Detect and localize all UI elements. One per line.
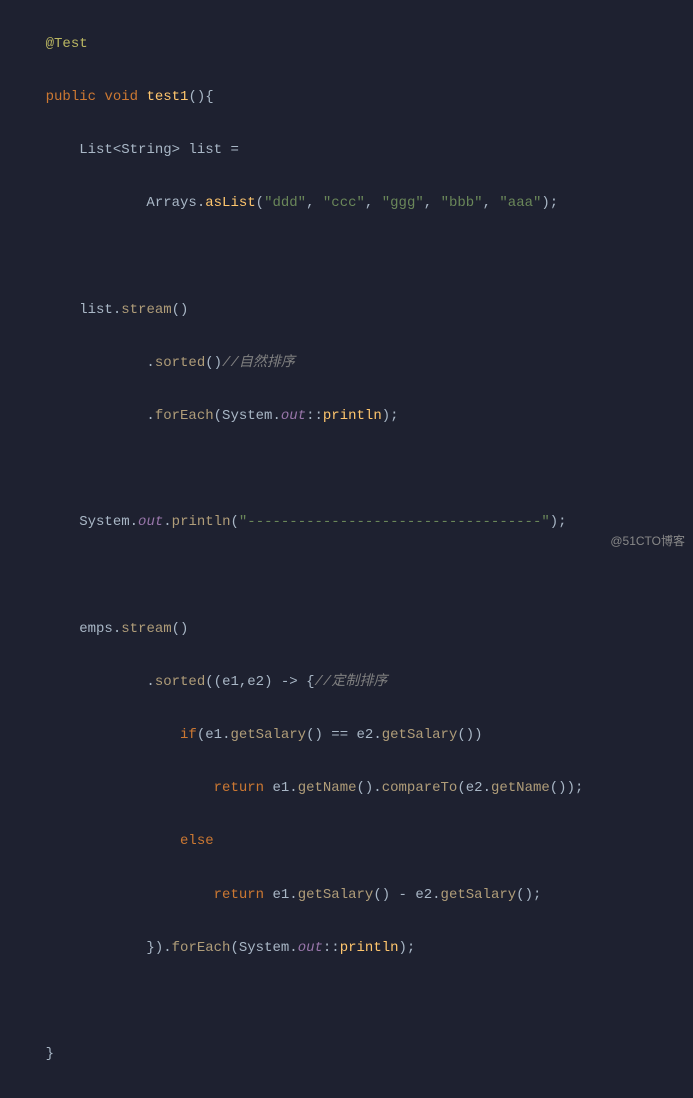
code-line bbox=[12, 456, 681, 483]
field-out: out bbox=[281, 408, 306, 424]
method-stream: stream bbox=[121, 302, 171, 318]
field-out: out bbox=[138, 514, 163, 530]
annotation: @Test bbox=[46, 36, 88, 52]
code-line: emps.stream() bbox=[12, 616, 681, 643]
string-literal: "bbb" bbox=[441, 195, 483, 211]
keyword-return: return bbox=[214, 887, 264, 903]
method-println: println bbox=[340, 940, 399, 956]
code-line: .sorted()//自然排序 bbox=[12, 350, 681, 377]
code-line bbox=[12, 988, 681, 1015]
code-line: System.out.println("--------------------… bbox=[12, 509, 681, 536]
param-e1: e1 bbox=[222, 674, 239, 690]
code-line: @Test bbox=[12, 31, 681, 58]
var-list: list bbox=[188, 142, 222, 158]
code-line: return e1.getName().compareTo(e2.getName… bbox=[12, 775, 681, 802]
code-line: if(e1.getSalary() == e2.getSalary()) bbox=[12, 722, 681, 749]
code-line: } bbox=[12, 1041, 681, 1068]
param-e1: e1 bbox=[205, 727, 222, 743]
string-literal: "ddd" bbox=[264, 195, 306, 211]
keyword-else: else bbox=[180, 833, 214, 849]
string-literal: "-----------------------------------" bbox=[239, 514, 550, 530]
param-e2: e2 bbox=[466, 780, 483, 796]
code-block: @Test public void test1(){ List<String> … bbox=[0, 0, 693, 1098]
param-e2: e2 bbox=[415, 887, 432, 903]
param-e1: e1 bbox=[272, 780, 289, 796]
comment: //定制排序 bbox=[315, 674, 388, 690]
code-line: return e1.getSalary() - e2.getSalary(); bbox=[12, 882, 681, 909]
code-line: list.stream() bbox=[12, 297, 681, 324]
code-line: }).forEach(System.out::println); bbox=[12, 935, 681, 962]
type-list: List bbox=[79, 142, 113, 158]
code-line bbox=[12, 562, 681, 589]
method-getsalary: getSalary bbox=[441, 887, 517, 903]
string-literal: "ggg" bbox=[382, 195, 424, 211]
method-getsalary: getSalary bbox=[230, 727, 306, 743]
method-getsalary: getSalary bbox=[298, 887, 374, 903]
method-println: println bbox=[172, 514, 231, 530]
watermark: @51CTO博客 bbox=[610, 530, 685, 553]
field-out: out bbox=[298, 940, 323, 956]
method-name: test1 bbox=[146, 89, 188, 105]
keyword-if: if bbox=[180, 727, 197, 743]
var-list: list bbox=[79, 302, 113, 318]
code-line bbox=[12, 243, 681, 270]
method-aslist: asList bbox=[205, 195, 255, 211]
class-system: System bbox=[79, 514, 129, 530]
code-line: else bbox=[12, 828, 681, 855]
keyword-void: void bbox=[104, 89, 138, 105]
param-e2: e2 bbox=[247, 674, 264, 690]
comment: //自然排序 bbox=[222, 355, 295, 371]
param-e1: e1 bbox=[272, 887, 289, 903]
type-string: String bbox=[121, 142, 171, 158]
method-foreach: forEach bbox=[172, 940, 231, 956]
code-line: public void test1(){ bbox=[12, 84, 681, 111]
method-sorted: sorted bbox=[155, 355, 205, 371]
method-sorted: sorted bbox=[155, 674, 205, 690]
code-line: .forEach(System.out::println); bbox=[12, 403, 681, 430]
class-arrays: Arrays bbox=[146, 195, 196, 211]
method-foreach: forEach bbox=[155, 408, 214, 424]
keyword-return: return bbox=[214, 780, 264, 796]
method-getsalary: getSalary bbox=[382, 727, 458, 743]
method-getname: getName bbox=[298, 780, 357, 796]
class-system: System bbox=[222, 408, 272, 424]
method-getname: getName bbox=[491, 780, 550, 796]
var-emps: emps bbox=[79, 621, 113, 637]
method-stream: stream bbox=[121, 621, 171, 637]
code-line: List<String> list = bbox=[12, 137, 681, 164]
string-literal: "ccc" bbox=[323, 195, 365, 211]
class-system: System bbox=[239, 940, 289, 956]
code-line: .sorted((e1,e2) -> {//定制排序 bbox=[12, 669, 681, 696]
string-literal: "aaa" bbox=[499, 195, 541, 211]
code-line: Arrays.asList("ddd", "ccc", "ggg", "bbb"… bbox=[12, 190, 681, 217]
method-compareto: compareTo bbox=[382, 780, 458, 796]
param-e2: e2 bbox=[357, 727, 374, 743]
keyword-public: public bbox=[46, 89, 96, 105]
method-println: println bbox=[323, 408, 382, 424]
